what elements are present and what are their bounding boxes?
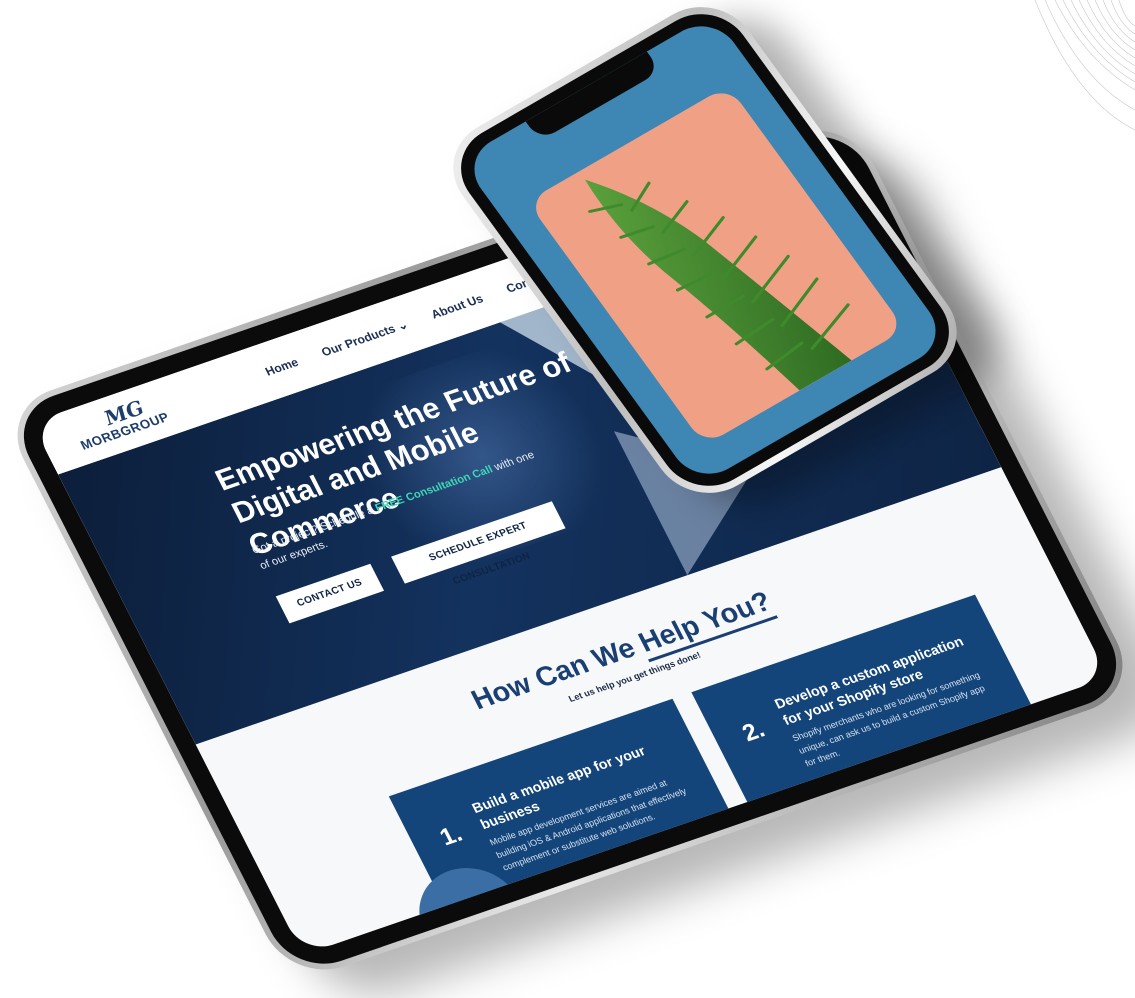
contact-us-button[interactable]: CONTACT US	[275, 563, 385, 624]
mockup-stage: MG MORBGROUP Home Our Products ⌄ About U…	[0, 0, 1135, 998]
card-number: 1.	[435, 820, 467, 852]
nav-link-our-products[interactable]: Our Products ⌄	[319, 317, 411, 359]
card-number: 2.	[738, 716, 770, 748]
nav-link-home[interactable]: Home	[263, 355, 301, 378]
nav-link-about-us[interactable]: About Us	[429, 292, 486, 322]
